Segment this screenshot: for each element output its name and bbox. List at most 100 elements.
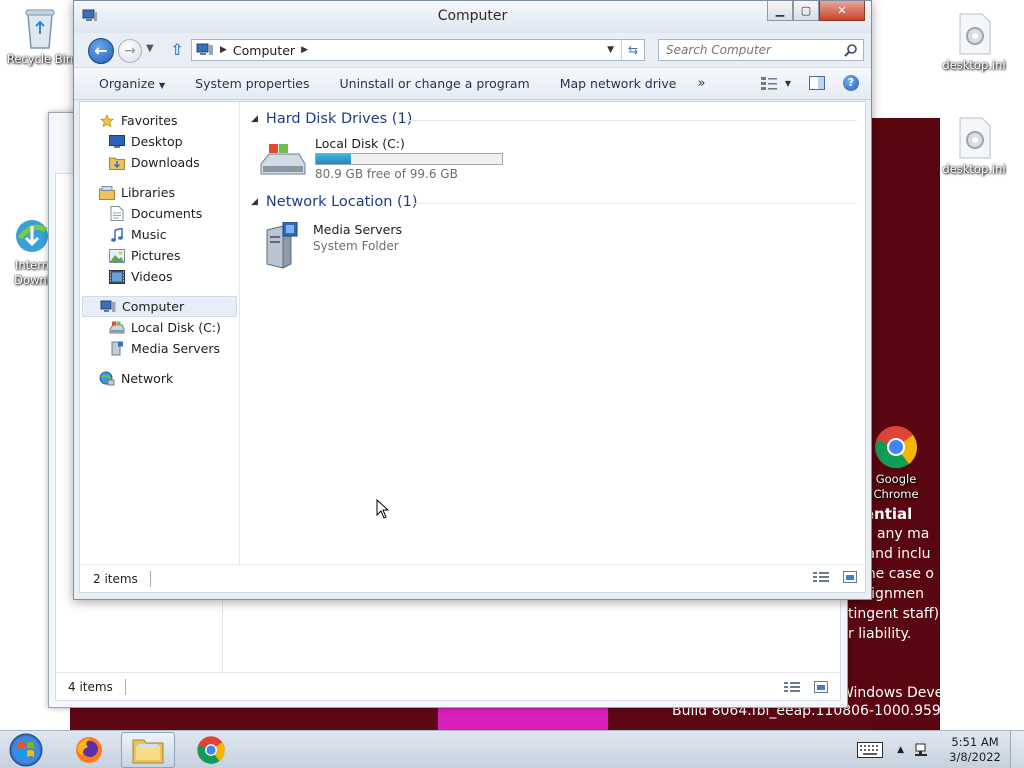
- network-status-icon[interactable]: [914, 742, 930, 758]
- wallpaper-highlight: [438, 706, 608, 730]
- window-controls: ▁ ▢ ✕: [767, 1, 865, 21]
- refresh-button[interactable]: ⇆: [621, 39, 645, 61]
- nav-videos[interactable]: Videos: [80, 266, 239, 287]
- folder-icon: [132, 739, 164, 764]
- firefox-icon: [76, 737, 102, 763]
- more-commands-button[interactable]: »: [691, 76, 711, 91]
- chevron-down-icon: ▼: [146, 43, 154, 54]
- nav-libraries-label: Libraries: [121, 185, 175, 200]
- uninstall-program-button[interactable]: Uninstall or change a program: [325, 76, 545, 91]
- desktop-icon-desktop-ini-2[interactable]: desktop.ini: [936, 116, 1012, 177]
- address-history-icon[interactable]: ▼: [607, 45, 614, 55]
- taskbar-file-explorer[interactable]: [121, 732, 175, 768]
- start-button[interactable]: [6, 732, 46, 768]
- network-icon: [98, 371, 116, 387]
- arrow-right-icon: →: [124, 43, 136, 59]
- details-view-icon[interactable]: [784, 681, 800, 693]
- nav-downloads[interactable]: Downloads: [80, 152, 239, 173]
- close-button[interactable]: ✕: [819, 1, 865, 21]
- map-network-drive-button[interactable]: Map network drive: [545, 76, 692, 91]
- system-properties-button[interactable]: System properties: [180, 76, 324, 91]
- breadcrumb-separator-icon[interactable]: ▶: [301, 45, 308, 55]
- details-view-icon[interactable]: [813, 571, 829, 583]
- media-servers-item[interactable]: Media Servers System Folder: [259, 222, 402, 270]
- large-icons-view-icon[interactable]: [814, 681, 828, 693]
- desktop-ini-label-2: desktop.ini: [942, 162, 1006, 176]
- nav-media-servers-label: Media Servers: [131, 341, 221, 356]
- local-disk-item[interactable]: Local Disk (C:) 80.9 GB free of 99.6 GB: [259, 136, 503, 181]
- show-desktop-button[interactable]: [1010, 731, 1024, 768]
- address-bar[interactable]: ▶ Computer ▶ ▼: [191, 39, 645, 61]
- view-toggle-icons: [813, 571, 857, 583]
- title-bar[interactable]: Computer ▁ ▢ ✕: [74, 1, 871, 33]
- computer-explorer-window[interactable]: Computer ▁ ▢ ✕ ← → ▼ ⇧ ▶ Computer ▶ ▼ ⇆ …: [73, 0, 872, 600]
- background-view-icons: [784, 681, 828, 693]
- help-icon[interactable]: ?: [843, 75, 859, 91]
- media-server-icon: [108, 341, 126, 357]
- recycle-bin-icon: [25, 9, 55, 49]
- pictures-icon: [108, 248, 126, 264]
- large-icons-view-icon[interactable]: [843, 571, 857, 583]
- clock-time: 5:51 AM: [951, 735, 999, 749]
- wallpaper-line: r liability.: [848, 626, 912, 642]
- nav-pictures-label: Pictures: [131, 248, 181, 263]
- nav-desktop[interactable]: Desktop: [80, 131, 239, 152]
- settings-file-icon: [959, 13, 991, 55]
- minimize-button[interactable]: ▁: [767, 1, 793, 21]
- desktop-icon-desktop-ini-1[interactable]: desktop.ini: [936, 12, 1012, 73]
- change-view-button[interactable]: ▼: [760, 76, 791, 90]
- nav-desktop-label: Desktop: [131, 134, 183, 149]
- organize-button[interactable]: Organize ▼: [74, 76, 180, 91]
- libraries-icon: [98, 185, 116, 201]
- wallpaper-line: assignmen: [848, 586, 924, 602]
- taskbar-chrome[interactable]: [184, 732, 238, 768]
- music-icon: [108, 227, 126, 243]
- organize-label: Organize: [99, 76, 155, 91]
- taskbar-firefox[interactable]: [62, 732, 116, 768]
- desktop-icon-recycle-bin[interactable]: Recycle Bin: [2, 6, 78, 67]
- nav-libraries[interactable]: Libraries: [80, 182, 239, 203]
- chrome-icon: [197, 736, 225, 764]
- nav-videos-label: Videos: [131, 269, 173, 284]
- search-input[interactable]: [659, 40, 835, 60]
- wallpaper-line: tingent staff), a: [848, 606, 957, 622]
- breadcrumb-computer[interactable]: Computer: [233, 43, 295, 58]
- status-separator: [149, 570, 151, 587]
- search-icon[interactable]: [844, 43, 858, 57]
- nav-pictures[interactable]: Pictures: [80, 245, 239, 266]
- preview-pane-icon[interactable]: [809, 76, 825, 90]
- computer-icon: [196, 43, 213, 55]
- nav-computer[interactable]: Computer: [82, 296, 237, 317]
- media-server-icon: [266, 222, 298, 269]
- group-network-location[interactable]: ◢ Network Location (1): [251, 192, 418, 212]
- recycle-bin-label: Recycle Bin: [6, 52, 74, 66]
- group-divider: [411, 203, 857, 204]
- up-button[interactable]: ⇧: [168, 41, 186, 59]
- nav-computer-label: Computer: [122, 299, 185, 314]
- recent-pages-button[interactable]: ▼: [146, 43, 154, 54]
- maximize-button[interactable]: ▢: [793, 1, 819, 21]
- collapse-triangle-icon: ◢: [251, 197, 258, 207]
- group-divider: [403, 120, 857, 121]
- group-hard-disk-drives[interactable]: ◢ Hard Disk Drives (1): [251, 109, 412, 129]
- forward-button[interactable]: →: [118, 39, 142, 63]
- local-disk-free-space: 80.9 GB free of 99.6 GB: [315, 167, 458, 181]
- keyboard-icon[interactable]: [857, 742, 884, 758]
- show-hidden-icons-icon[interactable]: ▲: [897, 745, 904, 755]
- clock[interactable]: 5:51 AM 3/8/2022: [940, 735, 1010, 765]
- nav-favorites[interactable]: Favorites: [80, 110, 239, 131]
- item-count: 2 items: [93, 571, 138, 586]
- nav-favorites-label: Favorites: [121, 113, 178, 128]
- nav-network[interactable]: Network: [80, 368, 239, 389]
- nav-media-servers[interactable]: Media Servers: [80, 338, 239, 359]
- media-servers-name: Media Servers: [313, 222, 403, 237]
- nav-local-disk[interactable]: Local Disk (C:): [80, 317, 239, 338]
- navigation-pane: Favorites Desktop Downloads Libraries Do…: [80, 102, 240, 564]
- background-item-count: 4 items: [68, 679, 113, 694]
- breadcrumb-separator-icon[interactable]: ▶: [220, 45, 227, 55]
- search-box[interactable]: [658, 39, 864, 61]
- back-button[interactable]: ←: [88, 38, 114, 64]
- window-title: Computer: [437, 8, 508, 24]
- nav-music[interactable]: Music: [80, 224, 239, 245]
- nav-documents[interactable]: Documents: [80, 203, 239, 224]
